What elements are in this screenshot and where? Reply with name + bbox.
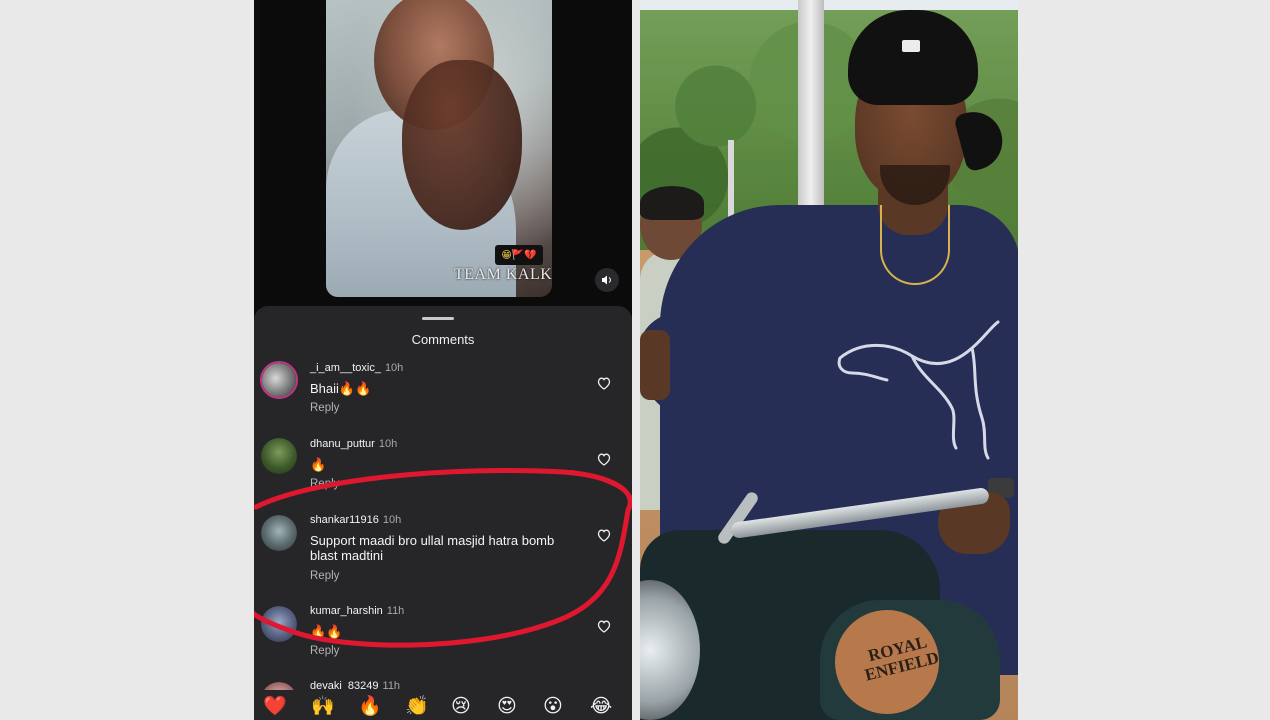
- comment-item: dhanu_puttur 10h 🔥 Reply: [254, 432, 632, 502]
- gold-chain: [880, 205, 950, 285]
- like-heart-icon[interactable]: [596, 618, 612, 634]
- comment-username-line[interactable]: dhanu_puttur 10h: [310, 438, 397, 450]
- reel-video[interactable]: 😁🚩💔 TEAM KALK: [326, 0, 552, 297]
- emoji-fire[interactable]: 🔥: [358, 697, 382, 717]
- left-forearm: [640, 330, 670, 400]
- speaker-icon: [602, 275, 612, 285]
- avatar[interactable]: [261, 606, 297, 642]
- cap-logo: [902, 40, 920, 52]
- royal-enfield-motorcycle: ROYAL ENFIELD: [640, 486, 1018, 720]
- video-person-beard: [402, 60, 522, 230]
- comment-text: 🔥🔥: [310, 624, 343, 639]
- comment-username-line[interactable]: kumar_harshin 11h: [310, 605, 404, 617]
- comment-text: Bhaii🔥🔥: [310, 381, 372, 396]
- comment-username[interactable]: shankar11916: [310, 514, 379, 526]
- avatar[interactable]: [261, 438, 297, 474]
- comment-username-line[interactable]: shankar11916 10h: [310, 514, 401, 526]
- comment-username[interactable]: kumar_harshin: [310, 605, 383, 617]
- mute-toggle-button[interactable]: [595, 268, 619, 292]
- like-heart-icon[interactable]: [596, 451, 612, 467]
- like-heart-icon[interactable]: [596, 375, 612, 391]
- reply-button[interactable]: Reply: [310, 570, 339, 582]
- like-heart-icon[interactable]: [596, 527, 612, 543]
- reply-button[interactable]: Reply: [310, 478, 339, 490]
- sheet-drag-handle[interactable]: [422, 317, 454, 320]
- video-emoji-badge: 😁🚩💔: [495, 245, 543, 265]
- emoji-surprised[interactable]: 😮: [543, 697, 563, 717]
- black-cap: [848, 10, 978, 105]
- emoji-clap[interactable]: 👏: [405, 697, 429, 717]
- comment-username[interactable]: _i_am__toxic_: [310, 362, 381, 374]
- reply-button[interactable]: Reply: [310, 645, 339, 657]
- comment-text: Support maadi bro ullal masjid hatra bom…: [310, 533, 555, 563]
- reply-button[interactable]: Reply: [310, 402, 339, 414]
- comment-item: kumar_harshin 11h 🔥🔥 Reply: [254, 599, 632, 669]
- instagram-reel-screenshot: 😁🚩💔 TEAM KALK Comments _i_am__toxic_ 10h …: [254, 0, 632, 720]
- emoji-raised-hands[interactable]: 🙌: [311, 697, 335, 717]
- comment-time: 10h: [382, 514, 402, 526]
- comments-title: Comments: [411, 332, 475, 347]
- comment-username-line[interactable]: _i_am__toxic_ 10h: [310, 362, 403, 374]
- avatar[interactable]: [260, 361, 298, 399]
- emoji-heart-eyes[interactable]: 😍: [497, 697, 517, 717]
- puma-logo-icon: [837, 320, 1000, 460]
- man-on-motorcycle-photo: ROYAL ENFIELD: [640, 0, 1018, 720]
- emoji-laughing[interactable]: 😂: [590, 697, 612, 717]
- avatar[interactable]: [261, 515, 297, 551]
- comment-text: 🔥: [310, 457, 327, 472]
- comment-item: _i_am__toxic_ 10h Bhaii🔥🔥 Reply: [254, 356, 632, 426]
- video-watermark: TEAM KALK: [454, 266, 552, 283]
- comment-item: shankar11916 10h Support maadi bro ullal …: [254, 508, 632, 586]
- emoji-crying[interactable]: 😢: [451, 697, 471, 717]
- emoji-heart[interactable]: ❤️: [263, 697, 287, 717]
- comment-username[interactable]: dhanu_puttur: [310, 438, 375, 450]
- comment-time: 10h: [378, 438, 398, 450]
- comment-time: 11h: [386, 605, 405, 617]
- comment-time: 10h: [384, 362, 404, 374]
